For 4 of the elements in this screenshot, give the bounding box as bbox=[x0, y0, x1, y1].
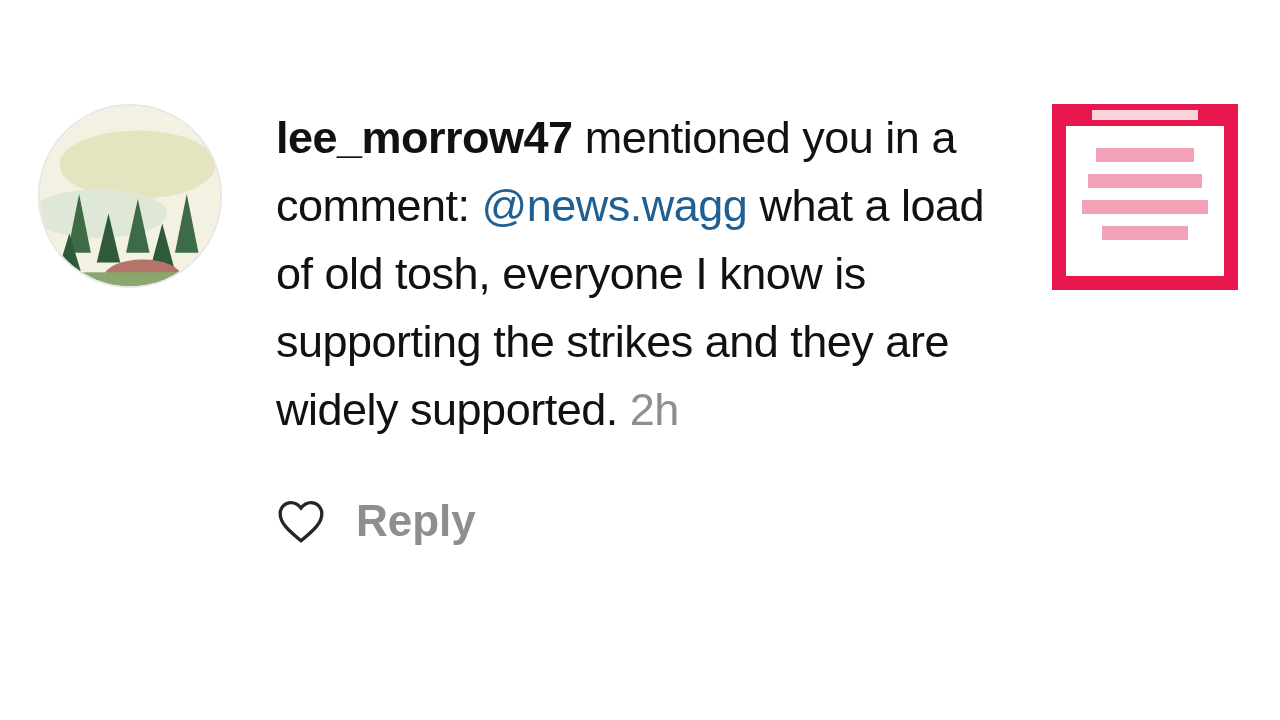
notification-text: lee_morrow47 mentioned you in a comment: @news.wagg what a load of old tosh, everyone I know is supporting the strikes and they are widely supported. 2h bbox=[276, 111, 986, 437]
mention-link[interactable]: @news.wagg bbox=[481, 180, 748, 231]
heart-icon[interactable] bbox=[276, 498, 326, 544]
timestamp: 2h bbox=[629, 384, 679, 435]
